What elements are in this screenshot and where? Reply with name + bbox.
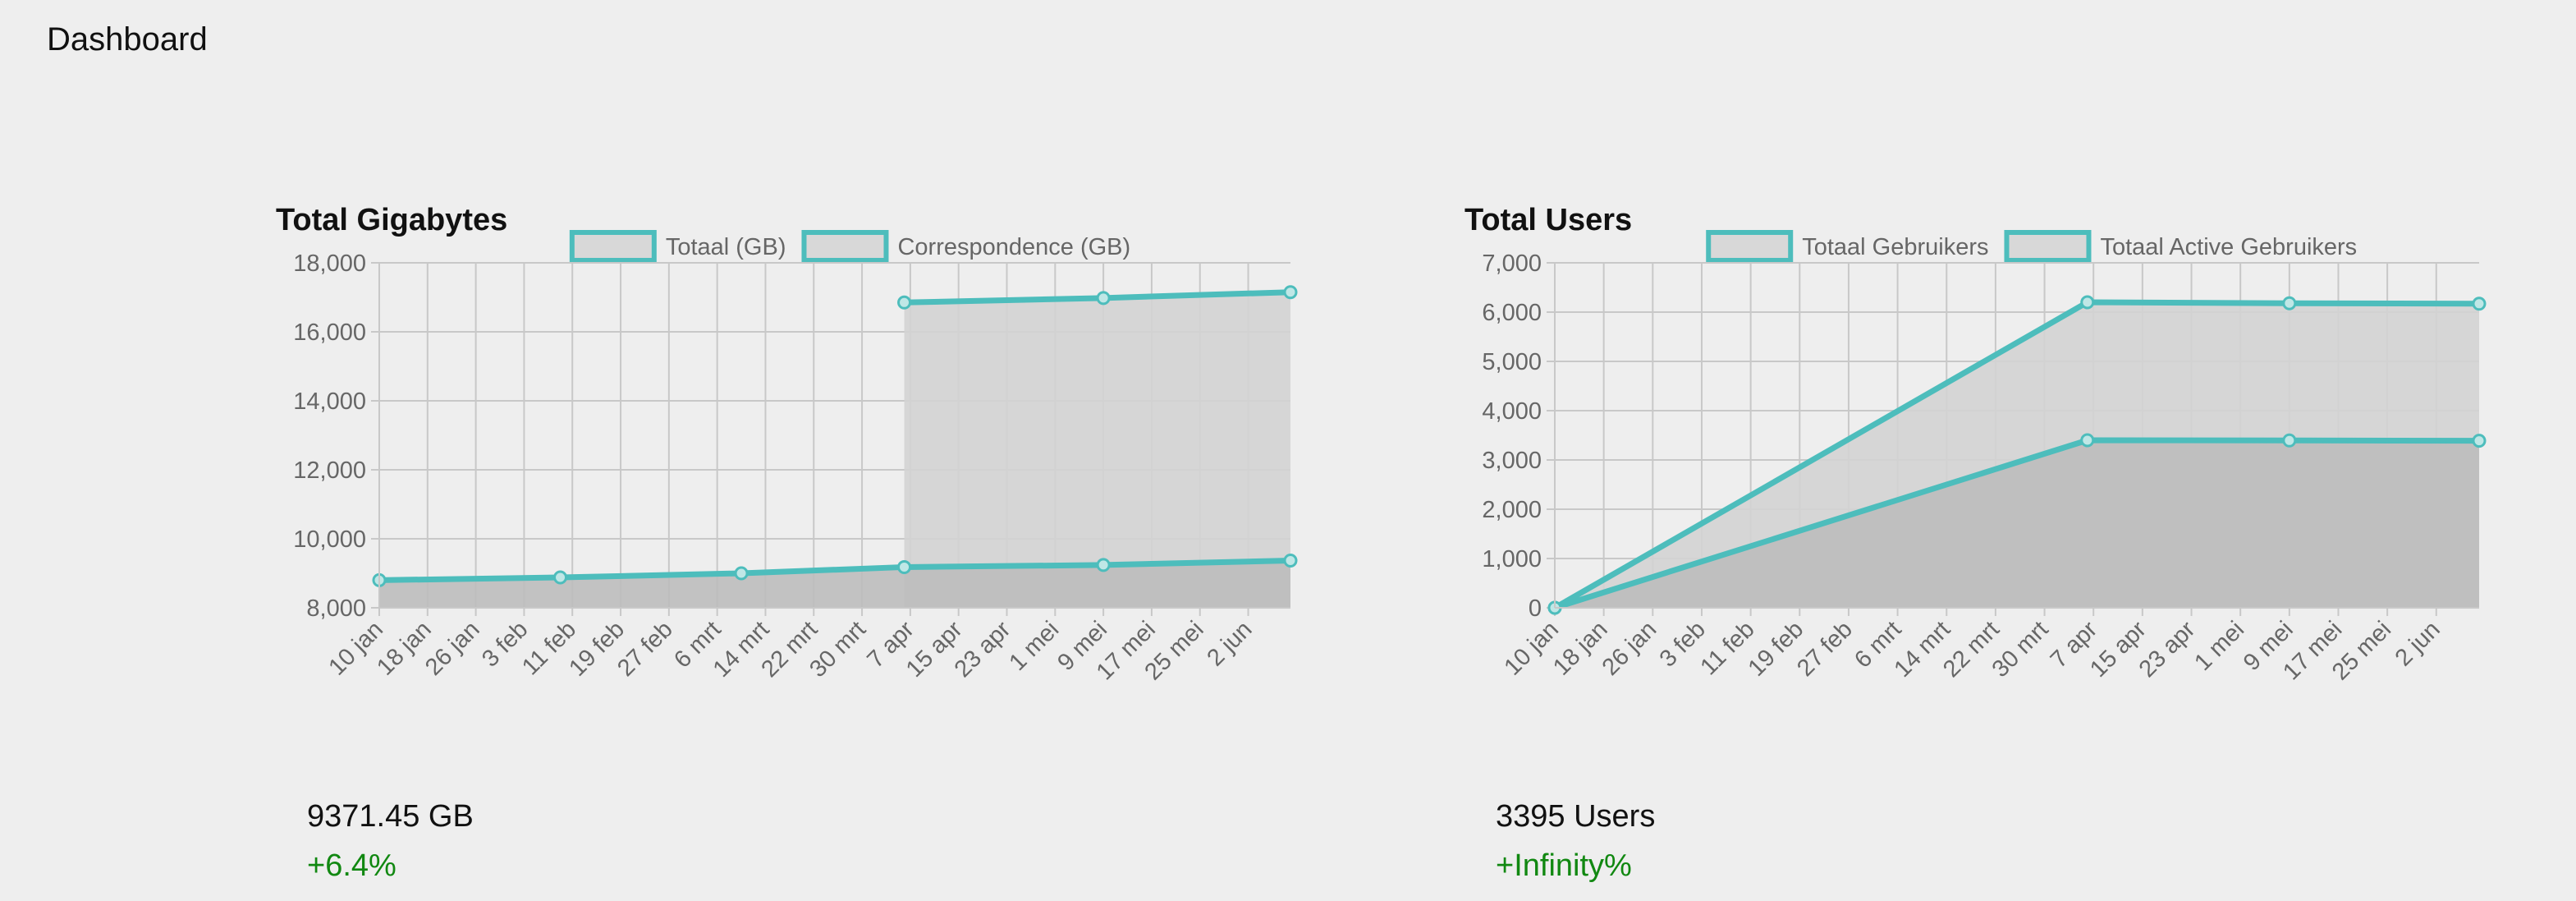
y-tick-label: 10,000 <box>293 526 366 553</box>
data-point <box>553 570 568 585</box>
data-point <box>2080 433 2095 448</box>
gigabytes-card: Total Gigabytes Totaal (GB) Correspondenc… <box>274 197 1325 887</box>
y-tick-label: 3,000 <box>1482 448 1542 474</box>
x-tick-label: 26 jan <box>1597 616 1662 680</box>
data-point <box>2282 296 2297 310</box>
chart-legend: Totaal (GB) Correspondence (GB) <box>569 230 1130 263</box>
gigabytes-card-title: Total Gigabytes <box>276 203 508 237</box>
y-tick-label: 5,000 <box>1482 349 1542 375</box>
data-point <box>734 566 749 581</box>
data-point <box>1283 553 1298 568</box>
y-tick-label: 1,000 <box>1482 546 1542 572</box>
legend-label: Totaal (GB) <box>666 234 786 260</box>
x-tick-label: 1 mei <box>2189 616 2249 676</box>
x-tick-label: 22 mrt <box>1938 616 2005 683</box>
legend-label: Totaal Active Gebruikers <box>2100 234 2357 260</box>
x-tick-label: 30 mrt <box>804 616 871 683</box>
data-point <box>2282 433 2297 448</box>
users-card: Total Users Totaal Gebruikers Totaal Acti… <box>1463 197 2514 887</box>
y-tick-label: 4,000 <box>1482 398 1542 425</box>
x-tick-label: 27 feb <box>612 616 678 682</box>
y-tick-label: 8,000 <box>306 595 366 622</box>
x-tick-label: 26 jan <box>420 616 484 680</box>
x-tick-label: 23 apr <box>950 616 1016 683</box>
x-tick-label: 14 mrt <box>1889 616 1955 683</box>
data-point <box>897 295 912 310</box>
y-tick-label: 14,000 <box>293 388 366 415</box>
x-tick-label: 2 jun <box>1202 616 1257 671</box>
y-tick-label: 18,000 <box>293 251 366 277</box>
y-tick-label: 2,000 <box>1482 497 1542 523</box>
legend-item: Totaal Gebruikers <box>1706 230 1988 263</box>
x-tick-label: 30 mrt <box>1987 616 2054 683</box>
y-tick-label: 16,000 <box>293 319 366 346</box>
data-point <box>897 559 912 574</box>
gigabytes-summary-value: 9371.45 GB <box>307 799 474 834</box>
x-tick-label: 23 apr <box>2134 616 2201 683</box>
y-tick-label: 7,000 <box>1482 251 1542 277</box>
legend-swatch <box>569 230 657 263</box>
x-tick-label: 27 feb <box>1792 616 1858 682</box>
x-tick-label: 10 jan <box>1499 616 1563 680</box>
users-card-title: Total Users <box>1464 203 1633 237</box>
legend-label: Totaal Gebruikers <box>1802 234 1988 260</box>
legend-swatch <box>1706 230 1794 263</box>
legend-item: Correspondence (GB) <box>801 230 1130 263</box>
y-tick-label: 12,000 <box>293 457 366 484</box>
data-point <box>2080 295 2095 310</box>
y-tick-label: 6,000 <box>1482 300 1542 326</box>
data-point <box>2472 434 2487 448</box>
chart-legend: Totaal Gebruikers Totaal Active Gebruiker… <box>1706 230 2357 263</box>
page-title: Dashboard <box>47 21 208 57</box>
legend-item: Totaal (GB) <box>569 230 786 263</box>
x-tick-label: 18 jan <box>1548 616 1612 680</box>
users-summary-change: +Infinity% <box>1496 848 1632 883</box>
x-tick-label: 2 jun <box>2390 616 2445 671</box>
x-tick-label: 19 feb <box>564 616 630 682</box>
legend-item: Totaal Active Gebruikers <box>2004 230 2357 263</box>
x-tick-label: 19 feb <box>1744 616 1809 682</box>
users-summary-value: 3395 Users <box>1496 799 1656 834</box>
gigabytes-summary-change: +6.4% <box>307 848 396 883</box>
x-tick-label: 10 jan <box>323 616 387 680</box>
data-point <box>2472 297 2487 311</box>
y-tick-label: 0 <box>1529 595 1542 622</box>
gigabytes-chart: Totaal (GB) Correspondence (GB) 8,000 10,00… <box>293 230 1298 686</box>
data-point <box>1283 285 1298 300</box>
legend-label: Correspondence (GB) <box>897 234 1130 260</box>
x-tick-label: 18 jan <box>372 616 436 680</box>
users-chart: Totaal Gebruikers Totaal Active Gebruiker… <box>1482 230 2487 686</box>
legend-swatch <box>801 230 889 263</box>
data-point <box>1096 558 1111 572</box>
data-point <box>1096 291 1111 306</box>
legend-swatch <box>2004 230 2092 263</box>
x-tick-label: 1 mei <box>1004 616 1064 676</box>
